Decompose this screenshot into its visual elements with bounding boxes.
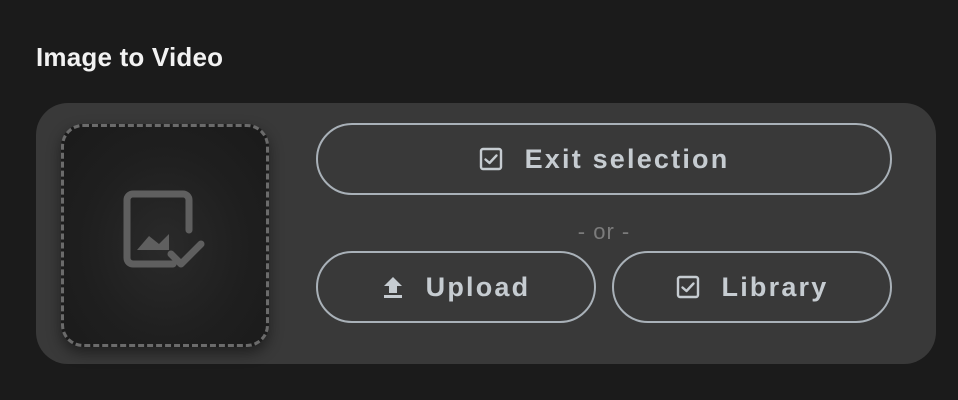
image-to-video-page: Image to Video Exit selection - or - Upl… (0, 0, 958, 400)
library-label: Library (721, 271, 829, 302)
image-selection-panel: Exit selection - or - Upload Library (36, 103, 936, 364)
upload-arrow-icon (382, 275, 404, 299)
image-check-icon (119, 190, 211, 282)
library-button[interactable]: Library (612, 251, 892, 323)
exit-selection-button[interactable]: Exit selection (316, 123, 892, 195)
upload-button[interactable]: Upload (316, 251, 596, 323)
or-separator: - or - (577, 219, 631, 244)
checkbox-checked-icon (479, 147, 503, 171)
image-dropzone[interactable] (61, 124, 269, 347)
checkbox-checked-icon (676, 275, 700, 299)
page-title: Image to Video (36, 42, 224, 72)
exit-selection-label: Exit selection (524, 143, 730, 174)
upload-label: Upload (425, 271, 531, 302)
